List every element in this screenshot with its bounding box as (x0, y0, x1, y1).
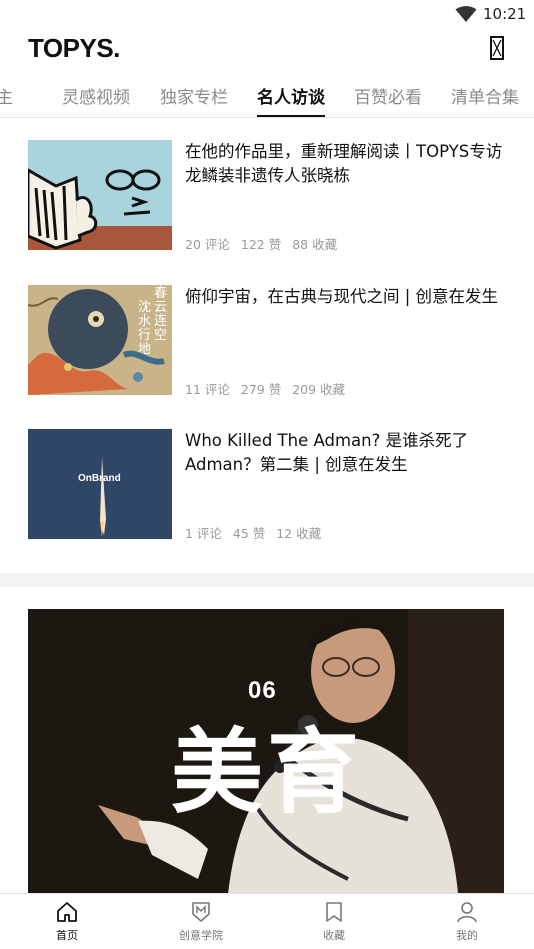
nav-home[interactable]: 首页 (27, 900, 107, 943)
section-divider (0, 573, 534, 587)
topys-logo[interactable]: TOPYS. (28, 33, 120, 64)
article-card[interactable]: 春云连空 沈水行地 俯仰宇宙，在古典与现代之间 | 创意在发生 11 评论 27… (28, 285, 508, 397)
thumbnail-text: 沈水行地 (138, 300, 152, 357)
article-title[interactable]: 在他的作品里，重新理解阅读丨TOPYS专访龙鳞装非遗传人张晓栋 (185, 140, 507, 188)
comment-count: 11 评论 (185, 382, 230, 397)
hero-title: 美育 (171, 719, 364, 826)
article-meta: 20 评论 122 赞 88 收藏 (185, 234, 344, 253)
status-time: 10:21 (483, 5, 527, 23)
academy-shield-icon (192, 902, 210, 922)
article-thumbnail[interactable]: 春云连空 沈水行地 (28, 285, 172, 395)
nav-label: 我的 (456, 929, 478, 942)
nav-label: 首页 (56, 929, 78, 942)
like-count: 122 赞 (240, 237, 282, 252)
favorite-count: 88 收藏 (292, 237, 338, 252)
tab-inspiration-video[interactable]: 灵感视频 (62, 83, 130, 117)
tab-partial[interactable]: 主 (0, 83, 13, 117)
article-meta: 1 评论 45 赞 12 收藏 (185, 523, 328, 542)
app-header: TOPYS. (0, 30, 534, 70)
article-thumbnail[interactable]: OnBrand (28, 429, 172, 539)
tab-collections[interactable]: 清单合集 (451, 83, 519, 117)
nav-favorites[interactable]: 收藏 (294, 900, 374, 943)
featured-hero-card[interactable]: 06 美育 (28, 609, 504, 894)
wifi-icon (455, 6, 477, 22)
thumbnail-text: 春云连空 (154, 286, 168, 343)
article-title[interactable]: 俯仰宇宙，在古典与现代之间 | 创意在发生 (185, 285, 507, 309)
article-title[interactable]: Who Killed The Adman? 是谁杀死了Adman？第二集 | 创… (185, 429, 507, 477)
comment-count: 1 评论 (185, 526, 222, 541)
bookmark-icon (326, 902, 342, 922)
article-card[interactable]: 在他的作品里，重新理解阅读丨TOPYS专访龙鳞装非遗传人张晓栋 20 评论 12… (28, 140, 508, 252)
tab-exclusive-column[interactable]: 独家专栏 (160, 83, 228, 117)
tab-celebrity-interview[interactable]: 名人访谈 (257, 83, 325, 117)
article-thumbnail[interactable] (28, 140, 172, 250)
search-icon[interactable] (486, 34, 508, 62)
bottom-navigation: 首页 创意学院 收藏 我的 (0, 893, 534, 949)
status-bar: 10:21 (0, 0, 534, 30)
nav-academy[interactable]: 创意学院 (161, 900, 241, 943)
category-tabs: 主 灵感视频 独家专栏 名人访谈 百赞必看 清单合集 (0, 78, 534, 118)
comment-count: 20 评论 (185, 237, 230, 252)
favorite-count: 209 收藏 (292, 382, 346, 397)
nav-label: 收藏 (323, 929, 345, 942)
article-meta: 11 评论 279 赞 209 收藏 (185, 379, 352, 398)
user-icon (457, 902, 477, 923)
favorite-count: 12 收藏 (276, 526, 322, 541)
hero-issue-number: 06 (248, 677, 277, 704)
nav-label: 创意学院 (179, 929, 223, 942)
article-card[interactable]: OnBrand Who Killed The Adman? 是谁杀死了Adman… (28, 429, 508, 541)
like-count: 45 赞 (232, 526, 266, 541)
thumbnail-text: OnBrand (78, 473, 121, 484)
tab-top-liked[interactable]: 百赞必看 (354, 83, 422, 117)
like-count: 279 赞 (240, 382, 282, 397)
nav-profile[interactable]: 我的 (427, 900, 507, 943)
home-icon (57, 902, 77, 922)
